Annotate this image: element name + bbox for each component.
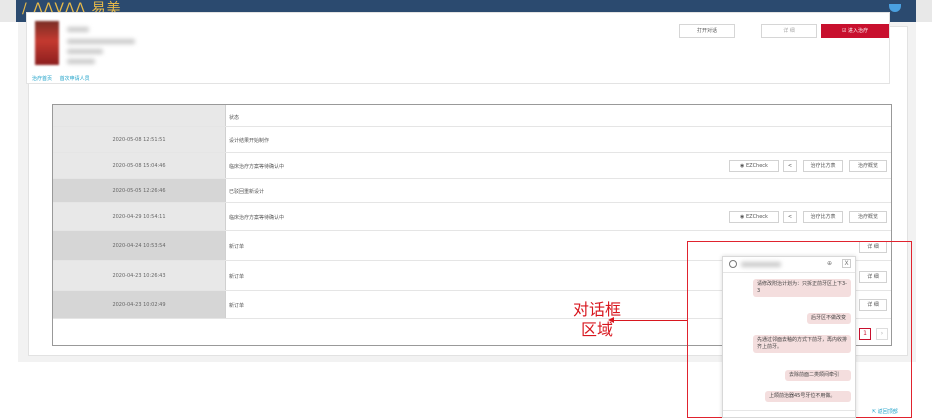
treatment-overview-button[interactable]: 治疗概览	[849, 160, 887, 172]
share-button[interactable]: <	[783, 160, 797, 172]
patient-name-blurred	[67, 27, 89, 32]
treatment-compare-button[interactable]: 治疗比方表	[803, 211, 843, 223]
open-chat-button[interactable]: 打开对话	[679, 24, 735, 38]
arrow-head-icon	[608, 317, 614, 323]
table-row: 2020-05-05 12:26:46 已驳回重新设计	[53, 179, 891, 203]
table-header-row: 状态	[53, 105, 891, 127]
chat-contact-blurred	[741, 262, 781, 267]
row-time: 2020-04-24 10:53:54	[53, 231, 226, 260]
detail-button[interactable]: 详 细	[761, 24, 817, 38]
row-time: 2020-05-05 12:26:46	[53, 179, 226, 202]
row-status: 新订单	[229, 274, 245, 280]
chat-input[interactable]	[723, 410, 855, 418]
share-icon: <	[787, 214, 793, 220]
chat-message: 去除前面二类颌间牵引	[785, 370, 851, 381]
back-to-top-link[interactable]: ⇱ 返回顶部	[872, 408, 898, 415]
link-applicants[interactable]: 首次申请人员	[60, 76, 90, 82]
chat-avatar-icon	[729, 260, 737, 268]
annotation-arrow	[612, 320, 687, 321]
link-treatment-home[interactable]: 治疗首页	[32, 76, 52, 82]
row-status: 临床治疗方案等待确认中	[229, 215, 285, 221]
patient-info-blurred	[67, 39, 135, 44]
row-time: 2020-04-23 10:26:43	[53, 261, 226, 290]
patient-info-blurred	[67, 49, 103, 54]
close-icon[interactable]: X	[842, 259, 851, 268]
chat-message: 上颌前治器45号牙位不用做。	[765, 391, 851, 402]
enter-treatment-label: 进入治疗	[848, 28, 869, 34]
patient-card: 治疗首页 首次申请人员 打开对话 详 细 ☑ 进入治疗	[26, 12, 890, 84]
row-status: 设计结果开始制作	[229, 138, 270, 144]
ezcheck-button[interactable]: ◉ EZCheck	[729, 211, 779, 223]
patient-info-blurred	[67, 59, 95, 64]
pin-icon[interactable]: ⊕	[827, 260, 832, 267]
user-menu-icon[interactable]	[889, 4, 901, 12]
row-status: 已驳回重新设计	[229, 189, 265, 195]
treatment-compare-button[interactable]: 治疗比方表	[803, 160, 843, 172]
chat-message: 先通过邻面去釉的方式下前牙，再内收排齐上前牙。	[753, 335, 851, 353]
patient-links: 治疗首页 首次申请人员	[32, 75, 96, 82]
chat-dialog: ⊕ X 请修改附治计划为：只拆正前牙区上下3-3 后牙区不做改变 先通过邻面去釉…	[722, 256, 856, 418]
share-icon: <	[787, 163, 793, 169]
row-status: 临床治疗方案等待确认中	[229, 164, 285, 170]
row-time: 2020-04-23 10:02:49	[53, 291, 226, 318]
chat-message: 请修改附治计划为：只拆正前牙区上下3-3	[753, 279, 851, 297]
row-status: 新订单	[229, 244, 245, 250]
chat-header: ⊕ X	[723, 257, 855, 273]
row-time: 2020-04-29 10:54:11	[53, 203, 226, 230]
row-time: 2020-05-08 12:51:51	[53, 127, 226, 152]
table-row: 2020-05-08 15:04:46 临床治疗方案等待确认中 ◉ EZChec…	[53, 153, 891, 179]
header-time-cell	[53, 105, 226, 126]
share-button[interactable]: <	[783, 211, 797, 223]
table-row: 2020-04-29 10:54:11 临床治疗方案等待确认中 ◉ EZChec…	[53, 203, 891, 231]
annotation-line-2: 区域	[580, 320, 613, 339]
patient-photo	[35, 21, 59, 65]
ezcheck-button[interactable]: ◉ EZCheck	[729, 160, 779, 172]
header-status: 状态	[229, 115, 240, 121]
enter-treatment-button[interactable]: ☑ 进入治疗	[821, 24, 889, 38]
row-time: 2020-05-08 15:04:46	[53, 153, 226, 178]
annotation-line-1: 对话框	[572, 300, 621, 319]
table-row: 2020-05-08 12:51:51 设计结果开始制作	[53, 127, 891, 153]
chat-message: 后牙区不做改变	[807, 313, 851, 324]
row-status: 新订单	[229, 303, 245, 309]
treatment-overview-button[interactable]: 治疗概览	[849, 211, 887, 223]
